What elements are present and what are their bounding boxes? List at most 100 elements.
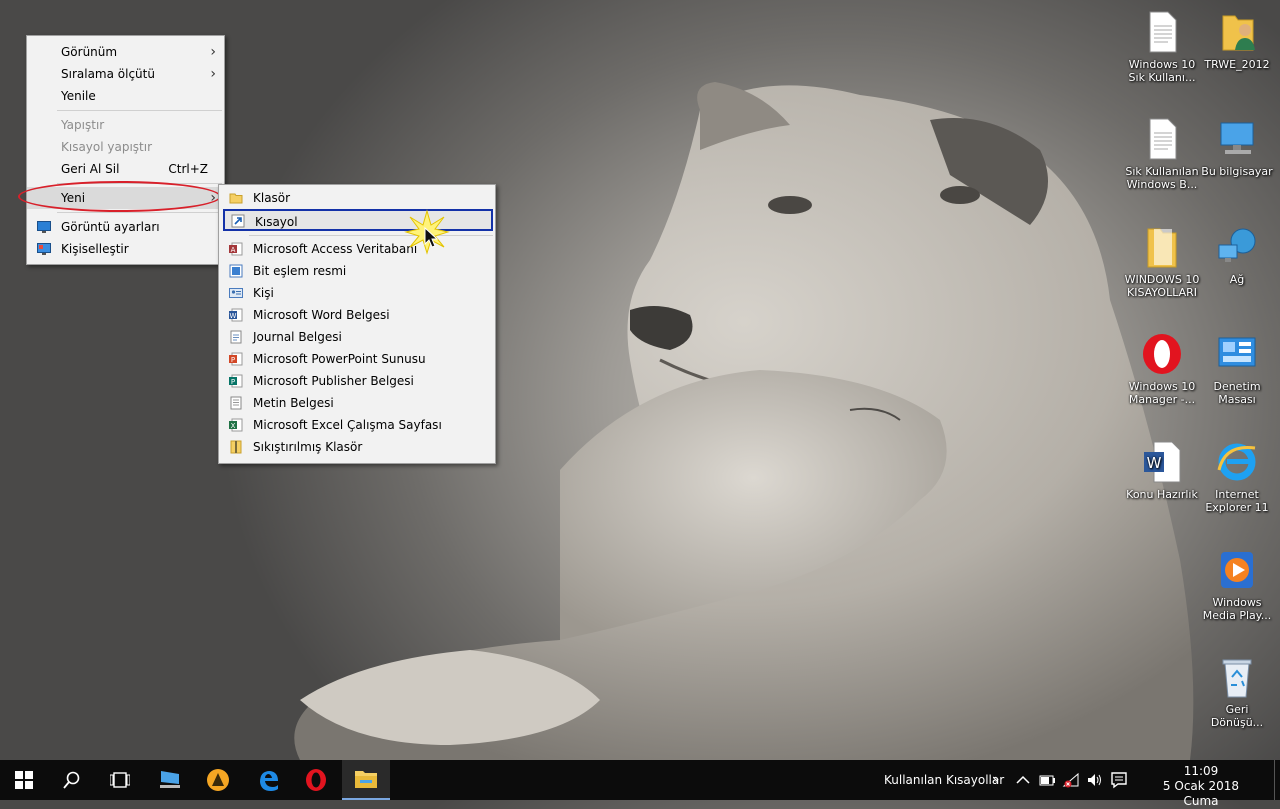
menu-item-undo-delete[interactable]: Geri Al Sil Ctrl+Z bbox=[27, 158, 224, 180]
menu-item-label: Geri Al Sil bbox=[61, 162, 120, 176]
desktop-icon-windows10-shortcuts[interactable]: WINDOWS 10 KISAYOLLARI bbox=[1123, 225, 1201, 299]
menu-item-label: Kısayol yapıştır bbox=[61, 140, 153, 154]
edge-icon bbox=[260, 771, 278, 791]
taskbar-edge[interactable] bbox=[244, 760, 292, 800]
submenu-item-zip[interactable]: Sıkıştırılmış Klasör bbox=[219, 436, 495, 458]
menu-item-label: Sıralama ölçütü bbox=[61, 67, 155, 81]
chevron-right-icon: › bbox=[210, 44, 216, 60]
desktop-icon-windows10-favorites[interactable]: Windows 10 Sık Kullanı... bbox=[1123, 10, 1201, 84]
taskbar-file-explorer[interactable] bbox=[342, 760, 390, 800]
submenu-item-label: Microsoft PowerPoint Sunusu bbox=[253, 352, 426, 366]
journal-icon bbox=[230, 330, 242, 344]
submenu-item-label: Sıkıştırılmış Klasör bbox=[253, 440, 363, 454]
zip-folder-icon bbox=[230, 440, 242, 454]
network-status-icon[interactable] bbox=[1062, 770, 1080, 790]
personalize-icon bbox=[37, 243, 51, 255]
chevron-right-icon: › bbox=[210, 66, 216, 82]
new-submenu: Klasör Kısayol A Microsoft Access Verita… bbox=[218, 184, 496, 464]
desktop-icon-konu-hazirlik[interactable]: W Konu Hazırlık bbox=[1123, 440, 1201, 501]
submenu-item-contact[interactable]: Kişi bbox=[219, 282, 495, 304]
taskbar-toolbar-label[interactable]: Kullanılan Kısayollar bbox=[884, 773, 1004, 787]
submenu-item-access[interactable]: A Microsoft Access Veritabanı bbox=[219, 238, 495, 260]
submenu-item-text[interactable]: Metin Belgesi bbox=[219, 392, 495, 414]
search-button[interactable] bbox=[48, 760, 96, 800]
folder-icon bbox=[1147, 228, 1177, 268]
user-folder-icon bbox=[1222, 15, 1255, 51]
desktop-icon-label: Windows 10 Manager -... bbox=[1128, 380, 1196, 406]
submenu-item-publisher[interactable]: P Microsoft Publisher Belgesi bbox=[219, 370, 495, 392]
menu-item-label: Kişiselleştir bbox=[61, 242, 129, 256]
powerpoint-icon: P bbox=[229, 352, 243, 366]
menu-item-view[interactable]: Görünüm › bbox=[27, 41, 224, 63]
contact-icon bbox=[229, 288, 243, 298]
bitmap-icon bbox=[229, 264, 243, 278]
task-view-icon bbox=[110, 772, 130, 788]
desktop-icon-label: Sık Kullanılan Windows B... bbox=[1125, 165, 1199, 191]
submenu-item-label: Microsoft Access Veritabanı bbox=[253, 242, 418, 256]
opera-icon bbox=[306, 769, 326, 791]
this-pc-icon bbox=[160, 771, 180, 788]
desktop-icon-trwe2012[interactable]: TRWE_2012 bbox=[1198, 10, 1276, 71]
menu-separator bbox=[57, 110, 222, 111]
menu-separator bbox=[249, 235, 493, 236]
desktop-icon-this-pc[interactable]: Bu bilgisayar bbox=[1198, 117, 1276, 178]
file-explorer-icon bbox=[355, 771, 377, 788]
submenu-item-powerpoint[interactable]: P Microsoft PowerPoint Sunusu bbox=[219, 348, 495, 370]
volume-icon[interactable] bbox=[1086, 770, 1104, 790]
desktop-icon-label: Denetim Masası bbox=[1213, 380, 1261, 406]
submenu-item-word[interactable]: W Microsoft Word Belgesi bbox=[219, 304, 495, 326]
desktop-icon-control-panel[interactable]: Denetim Masası bbox=[1198, 332, 1276, 406]
menu-item-label: Görüntü ayarları bbox=[61, 220, 160, 234]
desktop-icon-recycle-bin[interactable]: Geri Dönüşü... bbox=[1198, 655, 1276, 729]
desktop-icon-internet-explorer[interactable]: Internet Explorer 11 bbox=[1198, 440, 1276, 514]
taskbar: Kullanılan Kısayollar » 11:09 5 Ocak 201… bbox=[0, 760, 1280, 808]
taskbar-opera[interactable] bbox=[292, 760, 340, 800]
action-center-icon[interactable] bbox=[1110, 770, 1128, 790]
desktop-icon-network[interactable]: Ağ bbox=[1198, 225, 1276, 286]
submenu-item-label: Journal Belgesi bbox=[253, 330, 342, 344]
word-icon: W bbox=[229, 308, 243, 322]
submenu-item-label: Bit eşlem resmi bbox=[253, 264, 347, 278]
display-settings-icon bbox=[37, 221, 51, 233]
submenu-item-bitmap[interactable]: Bit eşlem resmi bbox=[219, 260, 495, 282]
taskbar-app[interactable] bbox=[194, 760, 242, 800]
opera-icon bbox=[1143, 334, 1181, 374]
word-document-icon: W bbox=[1144, 441, 1181, 483]
show-hidden-icons-icon[interactable] bbox=[1014, 770, 1032, 790]
menu-item-refresh[interactable]: Yenile bbox=[27, 85, 224, 107]
menu-item-personalize[interactable]: Kişiselleştir bbox=[27, 238, 224, 260]
submenu-item-folder[interactable]: Klasör bbox=[219, 187, 495, 209]
menu-separator bbox=[57, 212, 222, 213]
desktop-icon-media-player[interactable]: Windows Media Play... bbox=[1198, 548, 1276, 622]
start-button[interactable] bbox=[0, 760, 48, 800]
desktop-icon-label: Bu bilgisayar bbox=[1201, 165, 1273, 178]
menu-item-label: Yenile bbox=[61, 89, 96, 103]
desktop-icon-label: WINDOWS 10 KISAYOLLARI bbox=[1124, 273, 1200, 299]
search-icon bbox=[63, 771, 80, 789]
desktop-icon-favorite-windows[interactable]: Sık Kullanılan Windows B... bbox=[1123, 117, 1201, 191]
menu-item-paste: Yapıştır bbox=[27, 114, 224, 136]
battery-icon[interactable] bbox=[1038, 770, 1056, 790]
taskbar-clock[interactable]: 11:09 5 Ocak 2018 Cuma bbox=[1146, 764, 1256, 809]
show-desktop-button[interactable] bbox=[1274, 760, 1280, 800]
task-view-button[interactable] bbox=[96, 760, 144, 800]
menu-item-label: Görünüm bbox=[61, 45, 118, 59]
desktop-icon-label: TRWE_2012 bbox=[1204, 58, 1270, 71]
submenu-item-shortcut[interactable]: Kısayol bbox=[223, 209, 493, 231]
menu-item-shortcut: Ctrl+Z bbox=[168, 162, 208, 176]
menu-item-sort-by[interactable]: Sıralama ölçütü › bbox=[27, 63, 224, 85]
recycle-bin-icon bbox=[1222, 659, 1252, 698]
taskbar-this-pc[interactable] bbox=[146, 760, 194, 800]
desktop-icon-label: Ağ bbox=[1229, 273, 1245, 286]
toolbar-chevron-icon[interactable]: » bbox=[992, 772, 999, 786]
submenu-item-journal[interactable]: Journal Belgesi bbox=[219, 326, 495, 348]
folder-icon bbox=[229, 193, 243, 204]
desktop-icon-label: Geri Dönüşü... bbox=[1210, 703, 1264, 729]
desktop-icon-windows10-manager[interactable]: Windows 10 Manager -... bbox=[1123, 332, 1201, 406]
submenu-item-excel[interactable]: X Microsoft Excel Çalışma Sayfası bbox=[219, 414, 495, 436]
svg-text:W: W bbox=[1147, 454, 1162, 472]
submenu-item-label: Microsoft Excel Çalışma Sayfası bbox=[253, 418, 442, 432]
publisher-icon: P bbox=[229, 374, 243, 388]
start-icon bbox=[15, 771, 33, 789]
menu-item-display-settings[interactable]: Görüntü ayarları bbox=[27, 216, 224, 238]
